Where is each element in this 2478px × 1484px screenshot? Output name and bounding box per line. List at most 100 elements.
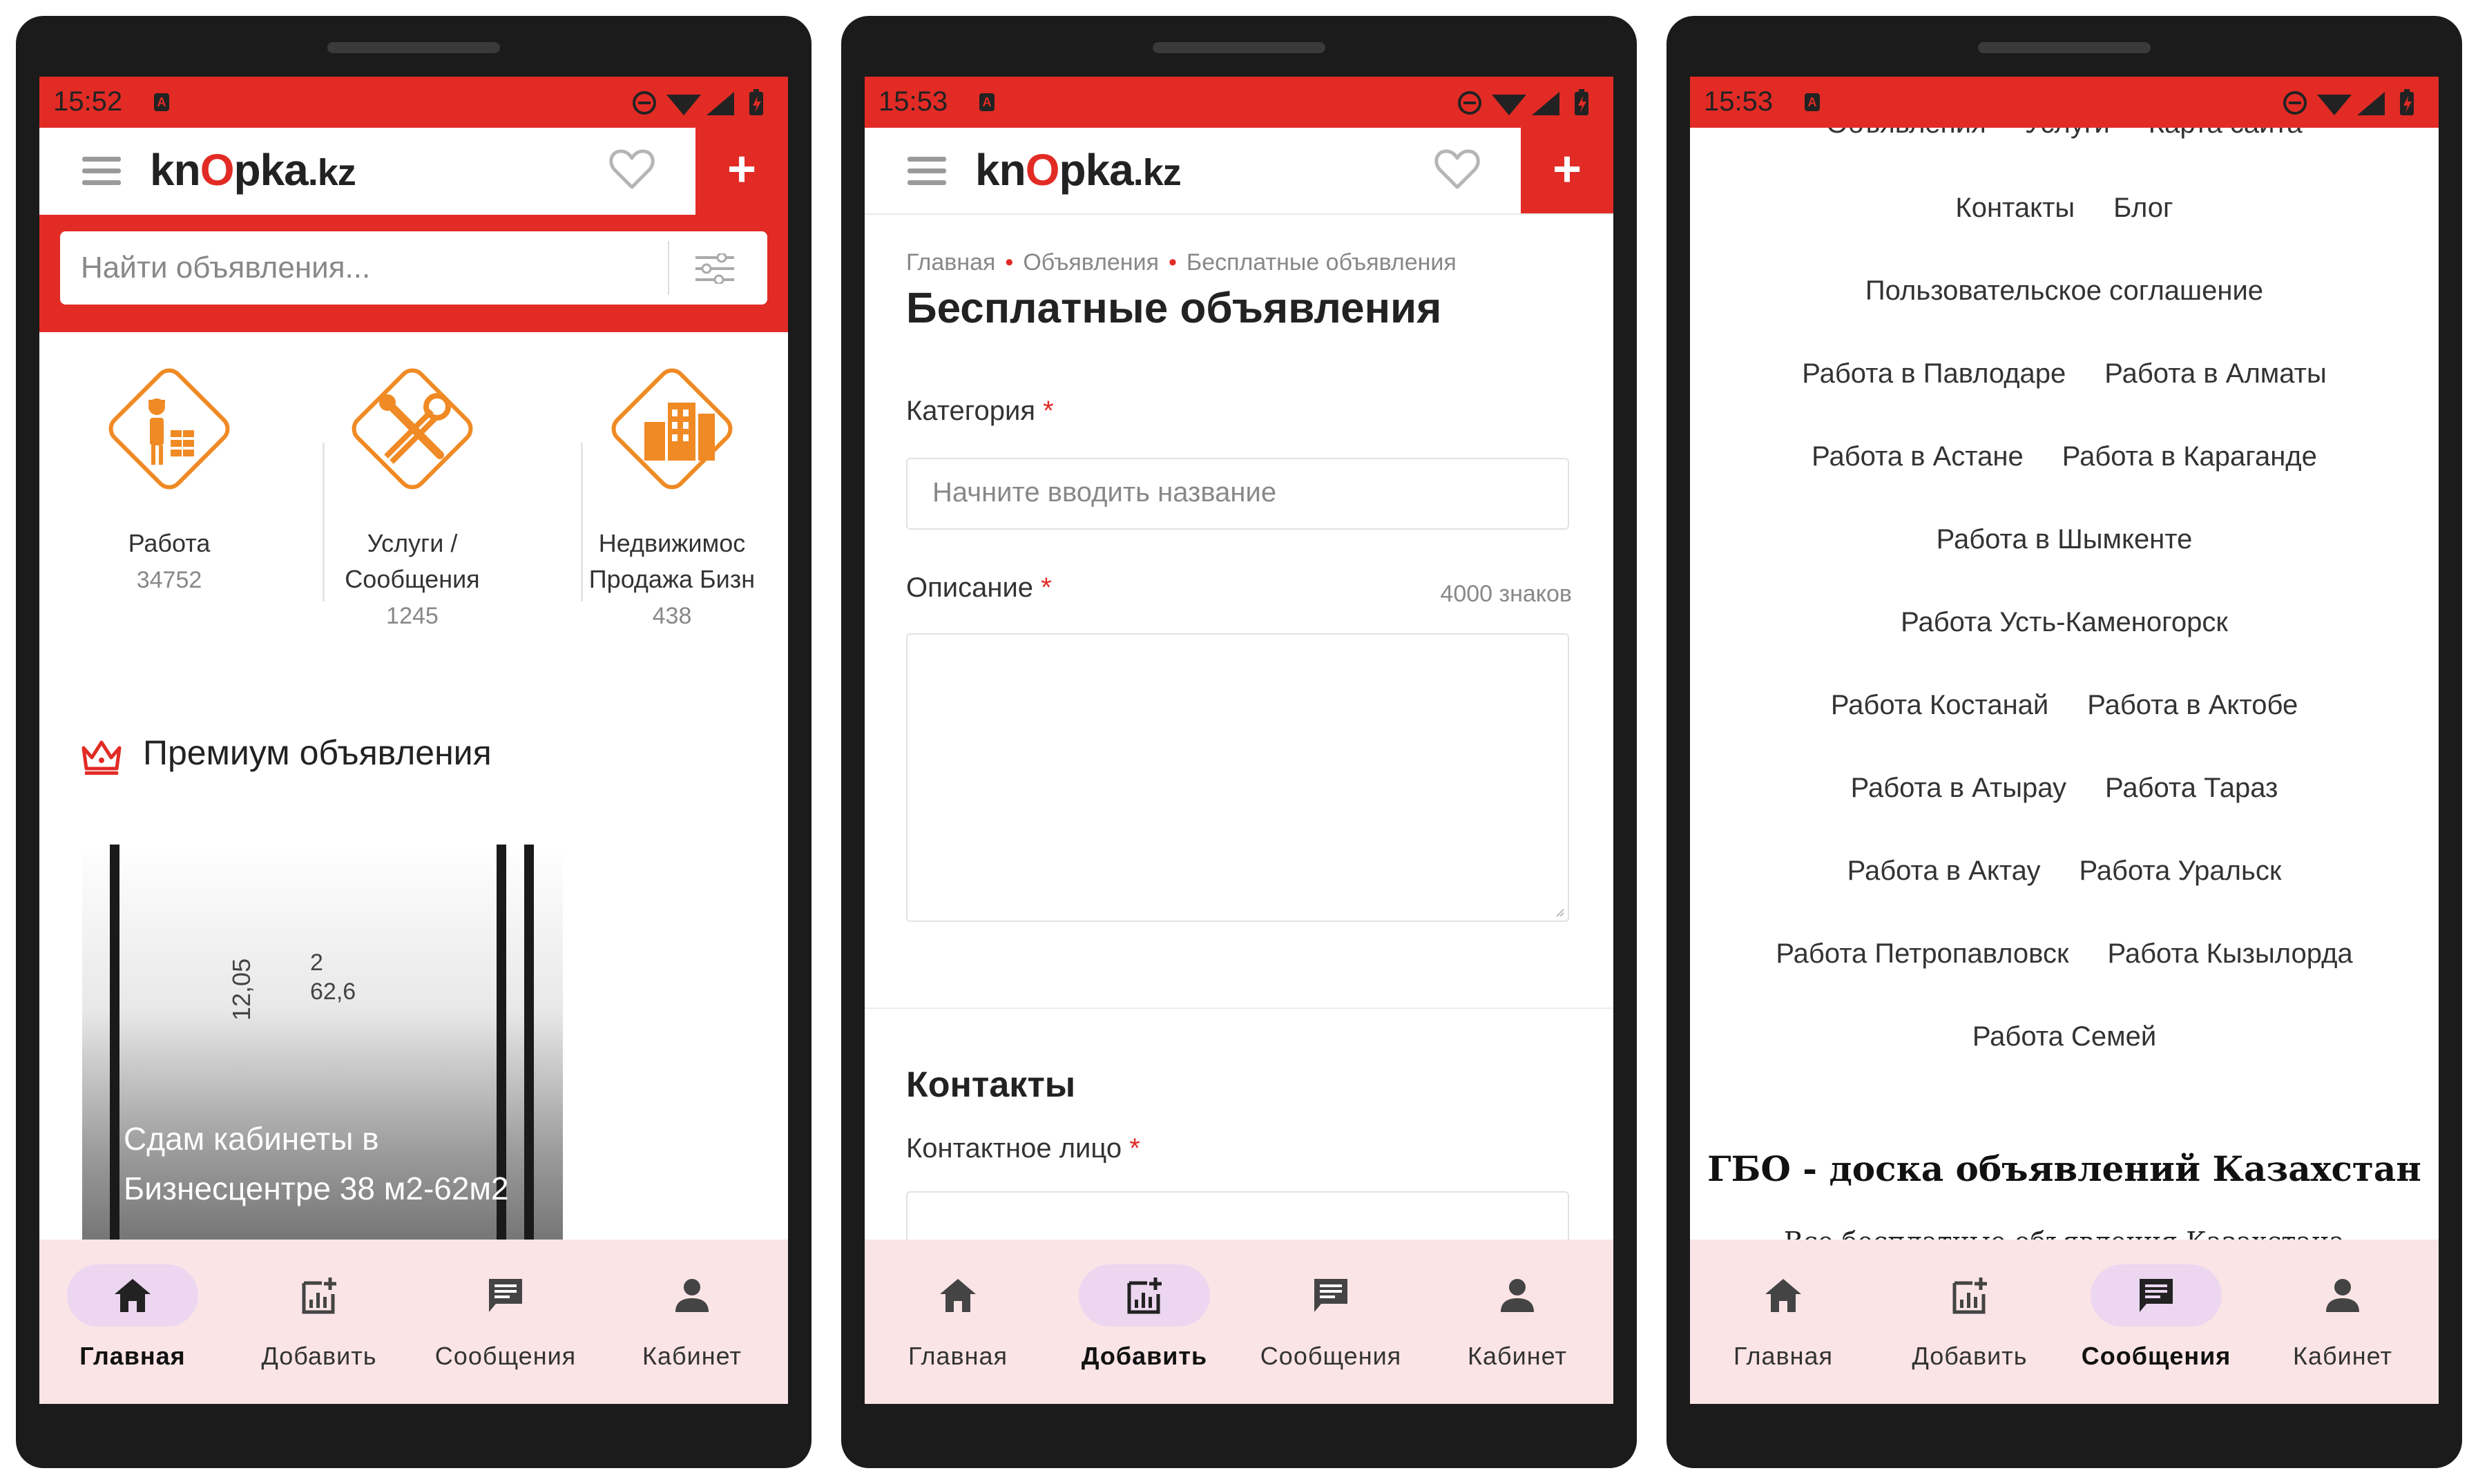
search-divider xyxy=(668,241,669,295)
app-header: knOpka.kz + xyxy=(865,128,1613,215)
label-text: Категория xyxy=(906,396,1035,426)
nav-home[interactable]: Главная xyxy=(39,1264,226,1371)
logo-part: .kz xyxy=(1133,152,1182,193)
site-title: ГБО - доска объявлений Казахстан xyxy=(1707,1148,2421,1189)
speaker-grille xyxy=(1153,42,1325,53)
nav-messages[interactable]: Сообщения xyxy=(1238,1264,1424,1371)
add-listing-button[interactable]: + xyxy=(1521,128,1613,215)
footer-link[interactable]: Работа в Шымкенте xyxy=(1937,524,2193,555)
category-item[interactable]: Недвижимос Продажа Бизн 438 xyxy=(542,353,788,630)
footer-link[interactable]: Работа Семей xyxy=(1972,1021,2156,1052)
footer-link-row: Контакты Блог xyxy=(1690,193,2439,224)
nav-add[interactable]: Добавить xyxy=(1876,1264,2063,1371)
contact-person-label: Контактное лицо * xyxy=(906,1133,1140,1164)
footer-link[interactable]: Работа в Актобе xyxy=(2087,690,2298,720)
nav-messages[interactable]: Сообщения xyxy=(2063,1264,2249,1371)
breadcrumb-link[interactable]: Главная xyxy=(906,249,995,276)
nav-messages[interactable]: Сообщения xyxy=(412,1264,599,1371)
footer-link[interactable]: Работа Кызылорда xyxy=(2107,938,2352,969)
footer-link[interactable]: Объявления xyxy=(1826,128,1986,139)
app-header: knOpka.kz + xyxy=(39,128,788,215)
favorites-heart-icon[interactable] xyxy=(609,148,655,190)
message-icon xyxy=(2140,1279,2173,1312)
image-text: 12,05 xyxy=(227,958,256,1021)
footer-link-row: Работа Петропавловск Работа Кызылорда xyxy=(1690,938,2439,970)
footer-link[interactable]: Работа в Астане xyxy=(1812,441,2024,472)
nav-home[interactable]: Главная xyxy=(865,1264,1051,1371)
search-bar-area: Найти объявления... xyxy=(39,215,788,332)
image-text: 2 62,6 xyxy=(310,948,356,1006)
footer-link[interactable]: Работа Тараз xyxy=(2105,773,2278,803)
category-item[interactable]: Услуги / Сообщения 1245 xyxy=(282,353,542,630)
filter-sliders-icon[interactable] xyxy=(695,253,734,284)
status-icons xyxy=(2283,89,2414,115)
nav-active-indicator xyxy=(1079,1264,1210,1327)
contacts-section-title: Контакты xyxy=(906,1065,1076,1105)
nav-add[interactable]: Добавить xyxy=(1051,1264,1238,1371)
menu-icon[interactable] xyxy=(82,157,121,186)
logo-part: O xyxy=(200,145,235,195)
label-text: Описание xyxy=(906,572,1034,603)
listing-title: Сдам кабинеты в Бизнесцентре 38 м2-62м2 xyxy=(124,1121,509,1206)
favorites-heart-icon[interactable] xyxy=(1434,148,1480,190)
nav-label: Кабинет xyxy=(642,1342,742,1370)
notification-a-icon: A xyxy=(1805,93,1820,111)
footer-link[interactable]: Работа Костанай xyxy=(1831,690,2048,720)
logo[interactable]: knOpka.kz xyxy=(150,144,356,195)
status-bar: 15:53 A xyxy=(865,77,1613,128)
status-icons xyxy=(633,89,763,115)
footer-link[interactable]: Контакты xyxy=(1955,193,2075,223)
nav-label: Добавить xyxy=(261,1342,377,1370)
resize-handle-icon[interactable] xyxy=(1554,907,1565,918)
footer-link[interactable]: Блог xyxy=(2113,193,2173,223)
nav-home[interactable]: Главная xyxy=(1690,1264,1876,1371)
speaker-grille xyxy=(1978,42,2151,53)
footer-link[interactable]: Работа Петропавловск xyxy=(1776,938,2068,969)
speaker-grille xyxy=(327,42,500,53)
footer-link[interactable]: Работа в Атырау xyxy=(1851,773,2066,803)
home-icon xyxy=(115,1279,151,1312)
premium-listing-card[interactable]: 12,05 2 62,6 Сдам кабинеты в Бизнесцентре… xyxy=(82,845,563,1259)
breadcrumb-link[interactable]: Объявления xyxy=(1023,249,1159,276)
search-input[interactable]: Найти объявления... xyxy=(60,231,767,305)
footer-link[interactable]: Пользовательское соглашение xyxy=(1865,276,2263,306)
footer-link[interactable]: Работа в Павлодаре xyxy=(1802,358,2066,389)
nav-cabinet[interactable]: Кабинет xyxy=(599,1264,785,1371)
description-textarea[interactable] xyxy=(906,633,1569,922)
menu-icon[interactable] xyxy=(907,157,946,186)
footer-link[interactable]: Работа в Актау xyxy=(1847,856,2041,886)
bottom-navigation: Главная Добавить Сообщения Кабинет xyxy=(39,1240,788,1404)
premium-title-text: Премиум объявления xyxy=(143,733,492,772)
nav-active-indicator xyxy=(2091,1264,2222,1327)
section-divider xyxy=(865,1008,1613,1009)
screen-footer: Объявления Услуги Карта сайта Контакты Блог… xyxy=(1690,77,2439,1404)
category-label: Сообщения xyxy=(345,565,480,593)
footer-link[interactable]: Карта сайта xyxy=(2149,128,2303,139)
screen-add: 15:53 A knOpka.kz + Главная • Объявления • Б… xyxy=(865,77,1613,1404)
category-item[interactable]: Работа 34752 xyxy=(39,353,299,594)
building-icon xyxy=(611,368,733,490)
nav-cabinet[interactable]: Кабинет xyxy=(2249,1264,2436,1371)
message-icon xyxy=(1314,1279,1347,1312)
footer-link-row: Работа Семей xyxy=(1690,1021,2439,1052)
footer-link[interactable]: Работа в Караганде xyxy=(2062,441,2317,472)
logo-part: kn xyxy=(975,145,1026,195)
nav-cabinet[interactable]: Кабинет xyxy=(1424,1264,1611,1371)
required-mark: * xyxy=(1129,1133,1140,1164)
category-input[interactable]: Начните вводить название xyxy=(906,458,1569,530)
footer-link[interactable]: Работа в Алматы xyxy=(2104,358,2326,389)
footer-link[interactable]: Работа Усть-Каменогорск xyxy=(1901,607,2228,637)
logo[interactable]: knOpka.kz xyxy=(975,144,1182,195)
category-placeholder: Начните вводить название xyxy=(932,477,1277,508)
footer-link-row: Работа в Актау Работа Уральск xyxy=(1690,856,2439,887)
category-count: 438 xyxy=(652,603,692,629)
phone-frame-home: 15:52 A knOpka.kz + Найти объявления... xyxy=(16,16,811,1468)
nav-pill xyxy=(626,1264,758,1327)
nav-add[interactable]: Добавить xyxy=(226,1264,412,1371)
footer-link[interactable]: Работа Уральск xyxy=(2079,856,2281,886)
footer-link[interactable]: Услуги xyxy=(2025,128,2110,139)
add-listing-button[interactable]: + xyxy=(695,128,788,215)
nav-label: Сообщения xyxy=(1260,1342,1402,1370)
nav-active-indicator xyxy=(67,1264,198,1327)
add-chart-icon xyxy=(1127,1278,1162,1314)
